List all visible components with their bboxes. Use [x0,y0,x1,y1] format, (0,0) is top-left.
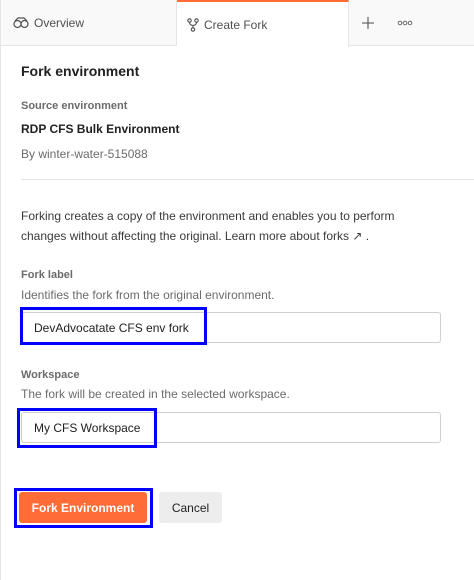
source-environment-name: RDP CFS Bulk Environment [21,122,180,136]
source-environment-author: By winter-water-515088 [21,147,148,161]
fork-environment-panel: Overview Create Fork Fork environment So… [0,0,474,580]
tab-create-fork-label: Create Fork [204,17,268,32]
workspace-value: My CFS Workspace [34,421,141,435]
workspace-label: Workspace [21,369,80,381]
fork-label-value: DevAdvocatate CFS env fork [34,321,189,335]
plus-icon[interactable] [358,13,378,33]
fork-description-end: . [365,229,370,243]
fork-label-help: Identifies the fork from the original en… [21,288,275,302]
more-options-icon[interactable] [394,13,416,33]
divider [21,179,474,180]
page-title: Fork environment [21,63,140,79]
fork-environment-button[interactable]: Fork Environment [19,492,147,523]
environment-overview-icon [13,17,29,29]
tab-overview-label: Overview [34,16,85,30]
fork-icon [187,17,199,32]
source-environment-label: Source environment [21,100,128,112]
cancel-button[interactable]: Cancel [159,492,222,523]
workspace-select[interactable]: My CFS Workspace [21,412,441,443]
workspace-help: The fork will be created in the selected… [21,387,290,401]
fork-description: Forking creates a copy of the environmen… [21,206,441,246]
tab-create-fork[interactable]: Create Fork [177,0,349,47]
fork-label-input[interactable]: DevAdvocatate CFS env fork [21,312,441,343]
tab-overview[interactable]: Overview [1,0,177,46]
tab-bar: Overview Create Fork [1,0,474,47]
fork-label-label: Fork label [21,269,73,281]
learn-more-forks-link[interactable]: Learn more about forks ↗ [225,229,362,243]
